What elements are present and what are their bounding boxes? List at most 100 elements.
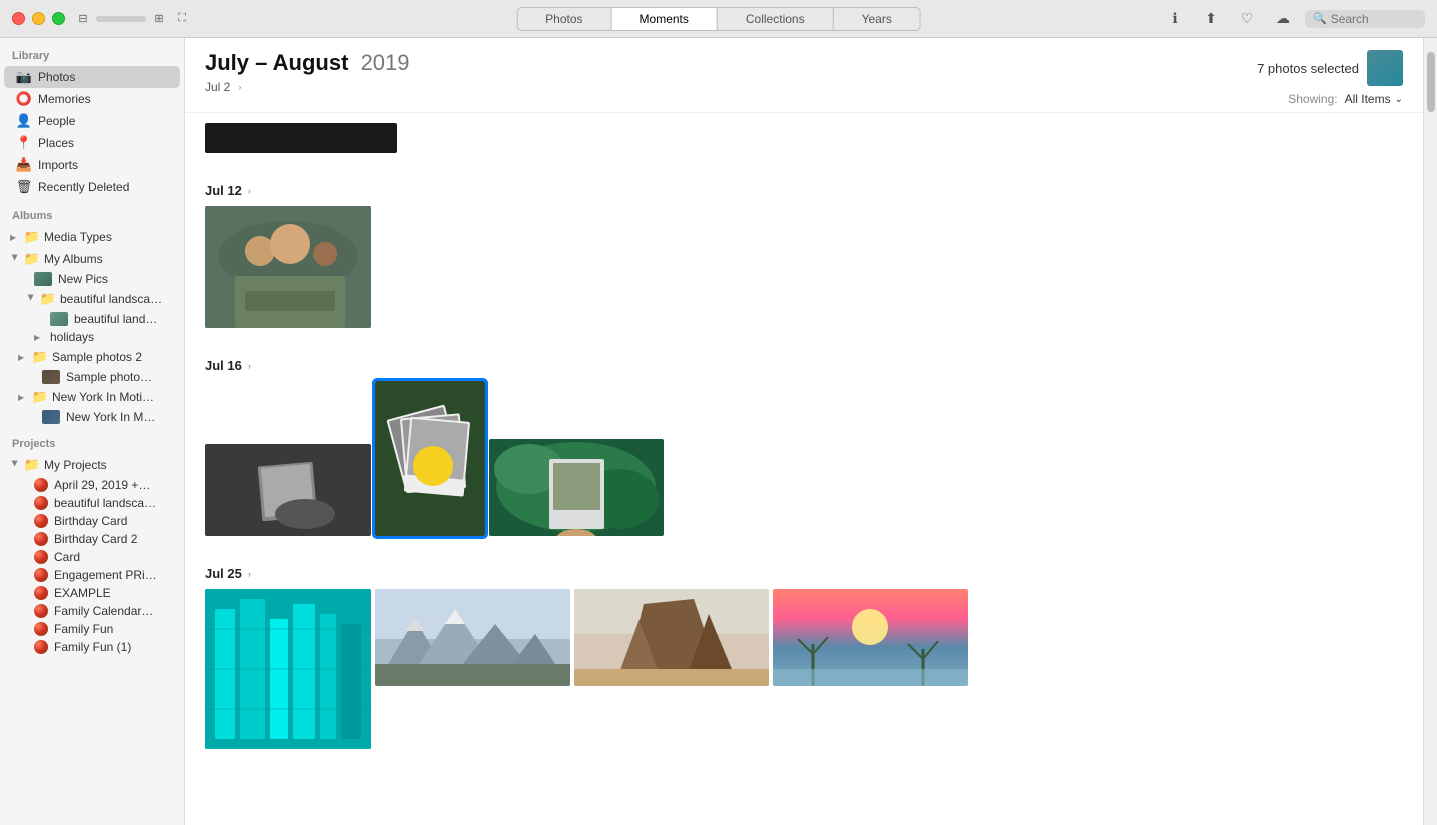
content-header: July – August 2019 Jul 2 › 7 photos sele… [185, 38, 1423, 113]
beautiful-landsca-dot [34, 496, 48, 510]
sidebar-item-new-york-in-m[interactable]: New York In M… [12, 408, 180, 426]
search-input[interactable] [1331, 12, 1411, 26]
jul16-date: Jul 16 [205, 358, 242, 373]
showing-value: All Items [1345, 92, 1391, 106]
content-title: July – August 2019 [205, 50, 410, 76]
sidebar-item-people[interactable]: 👤 People [4, 110, 180, 132]
showing-chevron-icon: ⌄ [1395, 94, 1403, 105]
share-button[interactable]: ⬆ [1197, 8, 1225, 30]
beautiful-landscape-folder-icon: 📁 [40, 291, 56, 307]
beautiful-landscape-label: beautiful landsca… [60, 292, 172, 306]
chevron-down-icon: ▶ [11, 254, 20, 264]
beautiful-landscape-group: ▶ 📁 beautiful landsca… beautiful land… [0, 288, 184, 328]
sidebar-item-memories[interactable]: ⭕ Memories [4, 88, 180, 110]
photo-polaroid-hand-dark[interactable] [205, 444, 371, 536]
fullscreen-button[interactable] [52, 12, 65, 25]
chevron-right-icon-5: ▶ [18, 393, 28, 402]
jul25-date: Jul 25 [205, 566, 242, 581]
sidebar-item-recently-deleted[interactable]: 🗑 Recently Deleted [4, 176, 180, 198]
sidebar-item-family-fun-1[interactable]: Family Fun (1) [4, 638, 180, 656]
sidebar-item-beautiful-landsca[interactable]: beautiful landsca… [4, 494, 180, 512]
sidebar-item-birthday-card[interactable]: Birthday Card [4, 512, 180, 530]
polaroid-green-svg [489, 439, 664, 536]
example-dot [34, 586, 48, 600]
card-label: Card [54, 550, 172, 564]
sidebar-item-photos[interactable]: 📷 Photos [4, 66, 180, 88]
beautiful-land-label: beautiful land… [74, 312, 172, 326]
sidebar-item-family-fun[interactable]: Family Fun [4, 620, 180, 638]
chevron-right-icon: ▶ [10, 233, 20, 242]
sidebar-item-family-calendar[interactable]: Family Calendar… [4, 602, 180, 620]
photo-family-cooking[interactable] [205, 206, 371, 328]
sidebar-item-example[interactable]: EXAMPLE [4, 584, 180, 602]
sidebar-item-beautiful-land[interactable]: beautiful land… [20, 310, 180, 328]
sidebar-item-places[interactable]: 📍 Places [4, 132, 180, 154]
size-slider[interactable] [96, 16, 146, 22]
sidebar-item-imports[interactable]: 📥 Imports [4, 154, 180, 176]
sidebar-item-birthday-card-2[interactable]: Birthday Card 2 [4, 530, 180, 548]
header-right: 7 photos selected Showing: All Items ⌄ [1257, 50, 1403, 106]
chevron-right-icon-3: ▶ [34, 333, 44, 342]
family-calendar-label: Family Calendar… [54, 604, 172, 618]
sidebar-places-label: Places [38, 136, 172, 150]
resize-larger-button[interactable]: ⊞ [149, 12, 169, 26]
close-button[interactable] [12, 12, 25, 25]
family-photo-svg [205, 206, 371, 328]
tab-collections[interactable]: Collections [718, 7, 834, 31]
title-month-range: July – August [205, 50, 348, 75]
sidebar-item-new-pics[interactable]: New Pics [4, 270, 180, 288]
minimize-button[interactable] [32, 12, 45, 25]
titlebar: ⊟ ⊞ ⛶ Photos Moments Collections Years ℹ… [0, 0, 1437, 38]
people-icon: 👤 [16, 113, 32, 129]
april-29-label: April 29, 2019 +… [54, 478, 172, 492]
sidebar-item-card[interactable]: Card [4, 548, 180, 566]
showing-filter[interactable]: Showing: All Items ⌄ [1288, 92, 1403, 106]
sidebar-item-new-york-in-motion[interactable]: ▶ 📁 New York In Moti… [12, 386, 180, 408]
photo-sunset-desert[interactable] [773, 589, 968, 686]
icloud-button[interactable]: ☁ [1269, 8, 1297, 30]
folder-icon: 📁 [24, 229, 40, 245]
jul16-header: Jul 16 › [205, 358, 1403, 373]
photo-item-black-bar[interactable] [205, 123, 397, 153]
sidebar-item-sample-photo[interactable]: Sample photo… [12, 368, 180, 386]
sidebar-item-sample-photos-2[interactable]: ▶ 📁 Sample photos 2 [12, 346, 180, 368]
scrollbar[interactable] [1423, 38, 1437, 825]
engagement-pri-label: Engagement PRi… [54, 568, 172, 582]
birthday-card-2-label: Birthday Card 2 [54, 532, 172, 546]
photo-polaroids-yellow[interactable] [375, 381, 485, 536]
tab-bar: Photos Moments Collections Years [516, 7, 921, 31]
jul12-date: Jul 12 [205, 183, 242, 198]
photo-polaroid-green[interactable] [489, 439, 664, 536]
card-dot [34, 550, 48, 564]
tab-photos[interactable]: Photos [516, 7, 611, 31]
selected-count-text: 7 photos selected [1257, 61, 1359, 76]
sidebar-people-label: People [38, 114, 172, 128]
sidebar-item-april-29[interactable]: April 29, 2019 +… [4, 476, 180, 494]
photo-desert-rock[interactable] [574, 589, 769, 686]
sidebar-item-engagement-pri[interactable]: Engagement PRi… [4, 566, 180, 584]
favorite-button[interactable]: ♡ [1233, 8, 1261, 30]
chevron-down-icon-2: ▶ [27, 294, 36, 304]
info-button[interactable]: ℹ [1161, 8, 1189, 30]
tab-moments[interactable]: Moments [612, 7, 718, 31]
resize-smaller-button[interactable]: ⊟ [73, 12, 93, 26]
photo-teal-building[interactable] [205, 589, 371, 749]
sidebar-item-holidays[interactable]: ▶ holidays [4, 328, 180, 346]
photo-mountains[interactable] [375, 589, 570, 686]
sidebar-item-beautiful-landscape[interactable]: ▶ 📁 beautiful landsca… [20, 288, 180, 310]
selected-count-area: 7 photos selected [1257, 50, 1403, 86]
sidebar-imports-label: Imports [38, 158, 172, 172]
my-albums-folder-icon: 📁 [24, 251, 40, 267]
scrollbar-thumb[interactable] [1427, 52, 1435, 112]
section-jul25: Jul 25 › [185, 556, 1423, 769]
tab-years[interactable]: Years [834, 7, 921, 31]
sidebar-item-my-projects[interactable]: ▶ 📁 My Projects [4, 454, 180, 476]
new-york-folder-icon: 📁 [32, 389, 48, 405]
sidebar-item-my-albums[interactable]: ▶ 📁 My Albums [4, 248, 180, 270]
jul25-photos [205, 589, 1403, 749]
sidebar-item-media-types[interactable]: ▶ 📁 Media Types [4, 226, 180, 248]
birthday-card-2-dot [34, 532, 48, 546]
media-types-label: Media Types [44, 230, 172, 244]
teal-building-svg [205, 589, 371, 749]
fullscreen-toggle-button[interactable]: ⛶ [172, 12, 192, 26]
